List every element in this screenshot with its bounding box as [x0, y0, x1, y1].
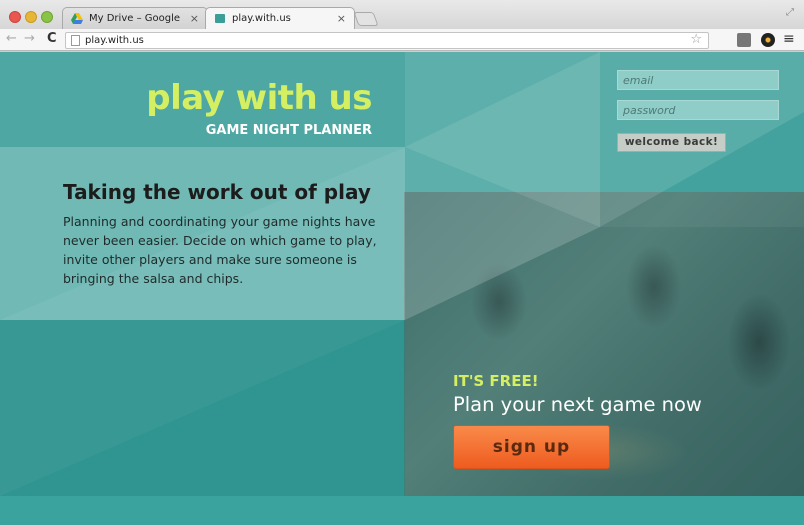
menu-icon[interactable]: ≡	[783, 31, 795, 47]
url-text: play.with.us	[85, 35, 144, 46]
tab-label: play.with.us	[232, 13, 291, 24]
reload-icon[interactable]: C	[47, 31, 57, 46]
background-facets	[0, 52, 804, 496]
intro-body: Planning and coordinating your game nigh…	[63, 214, 377, 286]
brand-subtitle: GAME NIGHT PLANNER	[205, 123, 372, 138]
address-bar[interactable]: play.with.us ☆	[65, 32, 709, 49]
back-icon[interactable]: ←	[6, 31, 17, 46]
close-tab-icon[interactable]: ×	[190, 8, 199, 29]
page-favicon	[215, 14, 225, 23]
new-tab-button[interactable]	[353, 12, 379, 26]
google-drive-icon	[71, 13, 83, 24]
browser-toolbar: ← → C play.with.us ☆ ≡	[0, 29, 804, 51]
email-field[interactable]	[617, 70, 779, 90]
cta-title: Plan your next game now	[453, 393, 702, 416]
close-window-button[interactable]	[9, 11, 21, 23]
footer-strip	[0, 496, 804, 525]
tab-google-drive[interactable]: My Drive – Google Drive ×	[62, 7, 208, 45]
cta-kicker: IT'S FREE!	[453, 372, 539, 390]
fullscreen-icon[interactable]: ⤢	[786, 7, 794, 18]
extension-icon[interactable]	[737, 33, 751, 47]
forward-icon[interactable]: →	[24, 31, 35, 46]
extension-icon[interactable]	[761, 33, 775, 47]
intro-headline: Taking the work out of play	[63, 180, 371, 204]
tab-play-with-us[interactable]: play.with.us ×	[205, 7, 355, 29]
close-tab-icon[interactable]: ×	[337, 8, 346, 29]
bookmark-star-icon[interactable]: ☆	[690, 32, 702, 47]
page-body: play with us GAME NIGHT PLANNER Taking t…	[0, 52, 804, 525]
minimize-window-button[interactable]	[25, 11, 37, 23]
login-button[interactable]: welcome back!	[617, 133, 726, 152]
password-field[interactable]	[617, 100, 779, 120]
browser-tab-strip: My Drive – Google Drive × play.with.us ×…	[0, 0, 804, 45]
brand-title: play with us	[146, 78, 372, 118]
page-icon	[71, 35, 80, 46]
maximize-window-button[interactable]	[41, 11, 53, 23]
sign-up-button[interactable]: sign up	[453, 425, 610, 469]
